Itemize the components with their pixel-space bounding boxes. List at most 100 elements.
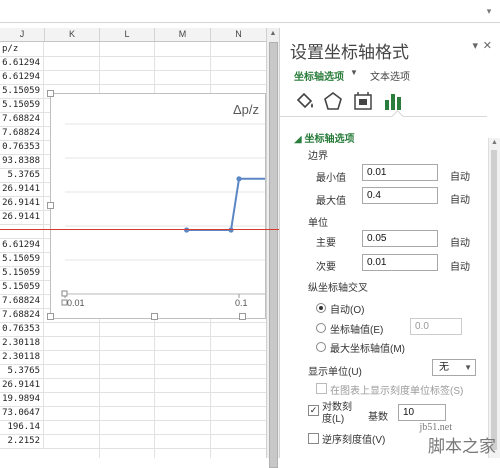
table-row: 73.0647: [0, 406, 266, 421]
format-axis-pane: 设置坐标轴格式 ▾ ✕ 坐标轴选项 ▼ 文本选项 ◢ 坐标轴选项 边界 最小值 …: [279, 28, 500, 458]
table-row: 26.9141: [0, 378, 266, 393]
axis-options-bar-chart-icon[interactable]: [382, 90, 404, 112]
minor-auto-button[interactable]: 自动: [450, 258, 470, 273]
scrollbar-thumb[interactable]: [491, 150, 497, 450]
cell-j[interactable]: 7.68824: [0, 112, 44, 126]
table-row: 196.14: [0, 420, 266, 435]
cell-j[interactable]: 7.68824: [0, 294, 44, 308]
radio-axis-value-label[interactable]: 坐标轴值(E): [330, 321, 383, 336]
cell-j[interactable]: 2.30118: [0, 336, 44, 350]
cell-j[interactable]: 6.61294: [0, 238, 44, 252]
log-base-input[interactable]: 10: [398, 404, 446, 421]
minor-label: 次要: [316, 262, 336, 273]
radio-auto-label[interactable]: 自动(O): [330, 301, 364, 316]
column-header-n[interactable]: N: [211, 28, 266, 41]
resize-handle[interactable]: [47, 202, 54, 209]
cell-j[interactable]: 26.9141: [0, 182, 44, 196]
pane-options-icon[interactable]: ▾: [472, 39, 478, 52]
cell-j[interactable]: 26.9141: [0, 210, 44, 224]
max-label: 最大值: [316, 196, 346, 207]
min-value-input[interactable]: 0.01: [362, 164, 438, 181]
watermark: jb51.net 脚本之家: [388, 422, 498, 457]
radio-auto[interactable]: [316, 303, 326, 313]
min-auto-button[interactable]: 自动: [450, 168, 470, 183]
chevron-down-icon[interactable]: ▾: [484, 6, 494, 16]
cell-j[interactable]: 5.15059: [0, 84, 44, 98]
close-icon[interactable]: ✕: [483, 39, 492, 52]
tab-text-options[interactable]: 文本选项: [370, 68, 410, 83]
cell-j[interactable]: 5.15059: [0, 252, 44, 266]
section-axis-options[interactable]: ◢ 坐标轴选项: [294, 130, 354, 145]
sheet-scrollbar[interactable]: ▲: [266, 28, 279, 468]
chevron-down-icon[interactable]: ▼: [350, 68, 358, 77]
log-scale-checkbox[interactable]: ✓: [308, 405, 319, 416]
scroll-up-icon[interactable]: ▲: [267, 28, 279, 40]
major-unit-input[interactable]: 0.05: [362, 230, 438, 247]
column-header-m[interactable]: M: [155, 28, 211, 41]
chart-object[interactable]: Δp/z 0.01 0.1: [47, 90, 266, 320]
column-header-j[interactable]: J: [0, 28, 45, 41]
column-header-l[interactable]: L: [100, 28, 155, 41]
category-icons: [294, 90, 484, 114]
formula-bar[interactable]: ▾: [0, 0, 500, 23]
cell-j[interactable]: 5.15059: [0, 98, 44, 112]
cell-j[interactable]: [0, 224, 44, 238]
crosses-heading: 纵坐标轴交叉: [308, 283, 368, 294]
cell-j[interactable]: 196.14: [0, 420, 44, 434]
cell-j[interactable]: 6.61294: [0, 70, 44, 84]
data-point: [236, 176, 242, 182]
cell-j[interactable]: 6.61294: [0, 56, 44, 70]
cell-j[interactable]: 5.15059: [0, 280, 44, 294]
show-units-checkbox[interactable]: [316, 383, 327, 394]
minor-unit-input[interactable]: 0.01: [362, 254, 438, 271]
fill-line-icon[interactable]: [294, 90, 316, 112]
header-cell[interactable]: p/z: [0, 42, 44, 56]
table-row: 0.76353: [0, 322, 266, 337]
reverse-order-label[interactable]: 逆序刻度值(V): [322, 431, 385, 446]
watermark-name: 脚本之家: [428, 437, 496, 457]
cell-j[interactable]: 73.0647: [0, 406, 44, 420]
table-row: 6.61294: [0, 70, 266, 85]
max-auto-button[interactable]: 自动: [450, 191, 470, 206]
cell-j[interactable]: 5.3765: [0, 364, 44, 378]
resize-handle[interactable]: [47, 313, 54, 320]
cell-j[interactable]: 5.15059: [0, 266, 44, 280]
column-headers: J K L M N: [0, 28, 266, 42]
pane-scrollbar[interactable]: ▲: [488, 138, 500, 458]
radio-max-axis-label[interactable]: 最大坐标轴值(M): [330, 340, 405, 355]
cell-j[interactable]: 2.30118: [0, 350, 44, 364]
scrollbar-thumb[interactable]: [269, 42, 278, 468]
log-scale-label[interactable]: 对数刻度(L): [322, 402, 352, 426]
cell-j[interactable]: 0.76353: [0, 140, 44, 154]
size-properties-icon[interactable]: [352, 90, 374, 112]
cell-j[interactable]: 26.9141: [0, 196, 44, 210]
cell-j[interactable]: 7.68824: [0, 308, 44, 322]
major-label: 主要: [316, 238, 336, 249]
chart-plot-area[interactable]: 0.01 0.1: [51, 94, 265, 318]
cell-j[interactable]: 93.8388: [0, 154, 44, 168]
scroll-up-icon[interactable]: ▲: [489, 138, 500, 148]
resize-handle[interactable]: [151, 313, 158, 320]
cell-j[interactable]: 0.76353: [0, 322, 44, 336]
display-units-select[interactable]: 无 ▼: [432, 359, 476, 376]
cell-j[interactable]: 5.3765: [0, 168, 44, 182]
column-header-k[interactable]: K: [45, 28, 100, 41]
chevron-down-icon[interactable]: ▼: [464, 360, 472, 375]
table-row: 5.3765: [0, 364, 266, 379]
major-auto-button[interactable]: 自动: [450, 234, 470, 249]
cell-j[interactable]: 19.9894: [0, 392, 44, 406]
axis-handle: [61, 299, 68, 306]
max-value-input[interactable]: 0.4: [362, 187, 438, 204]
resize-handle[interactable]: [47, 90, 54, 97]
resize-handle[interactable]: [239, 313, 246, 320]
cell-j[interactable]: 26.9141: [0, 378, 44, 392]
reverse-order-checkbox[interactable]: [308, 433, 319, 444]
cell-j[interactable]: 7.68824: [0, 126, 44, 140]
effects-icon[interactable]: [322, 90, 344, 112]
collapse-triangle-icon[interactable]: ◢: [294, 134, 304, 145]
radio-axis-value[interactable]: [316, 323, 326, 333]
radio-max-axis[interactable]: [316, 342, 326, 352]
axis-value-input[interactable]: 0.0: [410, 318, 462, 335]
cell-j[interactable]: 2.2152: [0, 434, 44, 448]
tab-axis-options[interactable]: 坐标轴选项: [294, 68, 344, 83]
